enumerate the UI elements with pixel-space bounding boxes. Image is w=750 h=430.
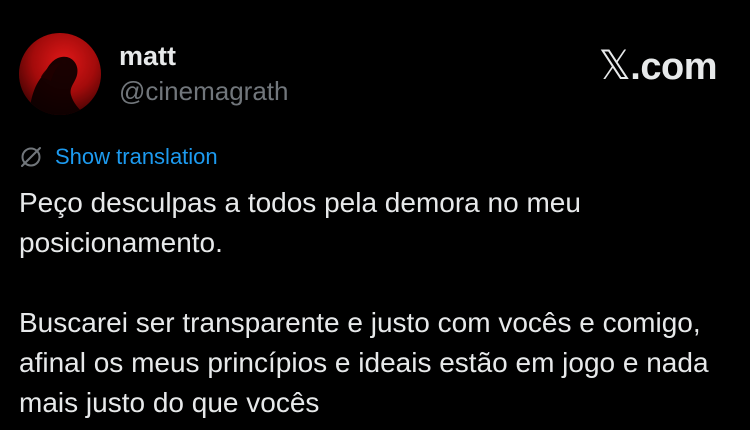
tweet-paragraph: Buscarei ser transparente e justo com vo…: [19, 307, 709, 418]
show-translation-label: Show translation: [55, 144, 218, 169]
show-translation-button[interactable]: Show translation: [19, 142, 218, 172]
brand-domain: .com: [630, 46, 717, 88]
avatar[interactable]: [19, 33, 101, 115]
x-glyph: 𝕏: [598, 43, 631, 89]
tweet-paragraph: Peço desculpas a todos pela demora no me…: [19, 187, 581, 258]
tweet-body: Peço desculpas a todos pela demora no me…: [19, 183, 719, 423]
globe-slash-icon: [19, 145, 43, 169]
author-handle[interactable]: @cinemagrath: [119, 75, 288, 107]
x-logo-icon: 𝕏.com: [598, 43, 718, 89]
author-display-name[interactable]: matt: [119, 40, 176, 72]
profile-avatar-image: [19, 33, 101, 115]
